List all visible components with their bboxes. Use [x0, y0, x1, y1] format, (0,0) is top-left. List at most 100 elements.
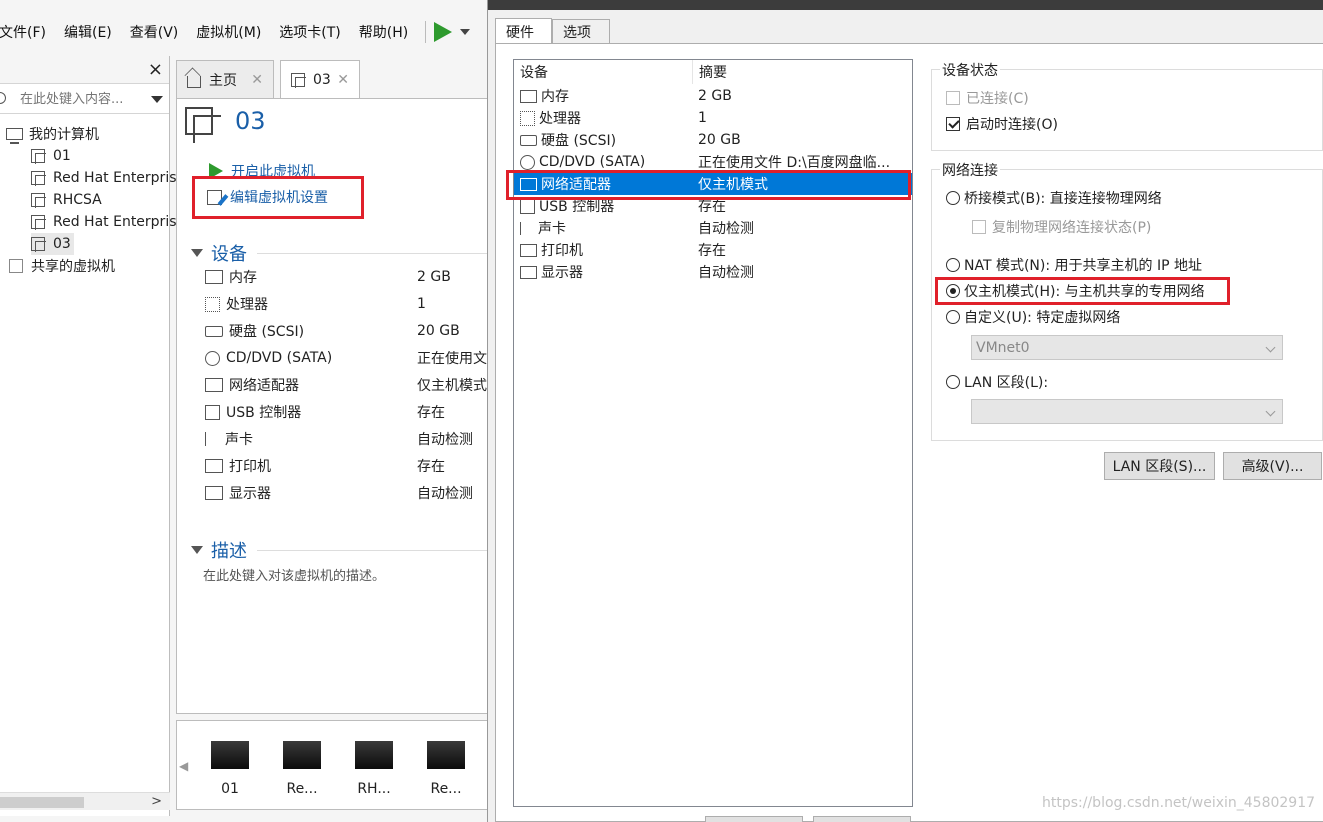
divider [257, 549, 487, 551]
power-on-vm-link[interactable]: 开启此虚拟机 [209, 161, 315, 181]
device-name: 声卡 [225, 432, 253, 448]
chevron-down-icon [1265, 342, 1276, 353]
cancel-button[interactable] [813, 816, 911, 822]
network-icon [205, 378, 223, 392]
menu-tabs[interactable]: 选项卡(T) [270, 22, 349, 42]
vm-icon [31, 237, 46, 252]
device-name: 内存 [229, 270, 257, 286]
device-summary: 自动检测 [698, 221, 754, 237]
close-icon[interactable]: ✕ [337, 72, 349, 88]
vm-icon [291, 73, 306, 88]
custom-network-select[interactable]: VMnet0 [971, 335, 1283, 360]
tree-label: 03 [53, 236, 71, 252]
list-item-selected[interactable]: 网络适配器 仅主机模式 [514, 173, 912, 195]
device-summary: 自动检测 [698, 265, 754, 281]
lan-segments-button[interactable]: LAN 区段(S)... [1104, 452, 1215, 480]
tab-hardware[interactable]: 硬件 [495, 18, 552, 45]
list-item[interactable]: 显示器 自动检测 [514, 261, 912, 283]
devices-section-header[interactable]: 设备 [191, 240, 487, 266]
host-only-radio[interactable]: 仅主机模式(H): 与主机共享的专用网络 [946, 281, 1205, 301]
column-header-summary[interactable]: 摘要 [692, 60, 727, 84]
menu-vm[interactable]: 虚拟机(M) [187, 22, 270, 42]
device-name: 处理器 [226, 297, 268, 313]
menu-view[interactable]: 查看(V) [121, 22, 188, 42]
device-summary: 1 [698, 110, 707, 126]
replicate-state-checkbox[interactable]: 复制物理网络连接状态(P) [972, 217, 1151, 237]
device-row-display[interactable]: 显示器 自动检测 [205, 482, 487, 504]
description-placeholder[interactable]: 在此处键入对该虚拟机的描述。 [203, 565, 385, 584]
edit-vm-settings-link[interactable]: 编辑虚拟机设置 [207, 187, 328, 207]
library-search-input[interactable] [20, 88, 146, 110]
lan-segment-select[interactable] [971, 399, 1283, 424]
advanced-button[interactable]: 高级(V)... [1223, 452, 1322, 480]
tree-vm-03[interactable]: 03 [31, 233, 74, 255]
processor-icon [520, 110, 535, 126]
list-item[interactable]: CD/DVD (SATA) 正在使用文件 D:\百度网盘临... [514, 151, 912, 173]
device-name: 网络适配器 [541, 177, 611, 193]
scrollbar-thumb[interactable] [0, 797, 84, 808]
device-row-cdrom[interactable]: CD/DVD (SATA) 正在使用文件 [205, 347, 487, 369]
vm-icon [31, 193, 46, 208]
thumbnail-vm[interactable]: Re... [282, 741, 322, 797]
device-row-usb[interactable]: USB 控制器 存在 [205, 401, 487, 423]
thumbnail-screen [283, 741, 321, 769]
ok-button[interactable] [705, 816, 803, 822]
list-item[interactable]: USB 控制器 存在 [514, 195, 912, 217]
device-summary: 20 GB [698, 132, 741, 148]
button-label: LAN 区段(S)... [1112, 459, 1207, 475]
chevron-right-icon[interactable]: > [151, 794, 162, 809]
device-name: USB 控制器 [226, 405, 302, 421]
device-name: CD/DVD (SATA) [226, 350, 333, 366]
nat-radio[interactable]: NAT 模式(N): 用于共享主机的 IP 地址 [946, 255, 1202, 275]
option-label: 启动时连接(O) [966, 117, 1058, 133]
device-row-processor[interactable]: 处理器 1 [205, 293, 487, 315]
chevron-left-icon[interactable]: ◀ [179, 759, 188, 773]
description-section-header[interactable]: 描述 [191, 537, 487, 563]
device-row-memory[interactable]: 内存 2 GB [205, 266, 487, 288]
network-connection-group: 网络连接 桥接模式(B): 直接连接物理网络 复制物理网络连接状态(P) NAT… [931, 160, 1323, 441]
dialog-body: 设备 摘要 内存 2 GB 处理器 1 硬盘 (SCSI) 20 GB CD/D… [495, 43, 1323, 822]
thumbnail-vm[interactable]: 01 [210, 741, 250, 797]
cdrom-icon [520, 154, 535, 170]
tree-my-computer[interactable]: 我的计算机 [6, 123, 99, 145]
checkbox-box [972, 220, 986, 234]
list-item[interactable]: 打印机 存在 [514, 239, 912, 261]
column-header-device[interactable]: 设备 [520, 60, 548, 84]
library-header: × [0, 56, 169, 84]
workstation-window: 文件(F) 编辑(E) 查看(V) 虚拟机(M) 选项卡(T) 帮助(H) × … [0, 0, 488, 822]
thumbnail-vm[interactable]: RH... [354, 741, 394, 797]
chevron-down-icon[interactable] [151, 96, 163, 103]
bridged-radio[interactable]: 桥接模式(B): 直接连接物理网络 [946, 188, 1162, 208]
tree-vm-rhcsa[interactable]: RHCSA [31, 189, 102, 211]
tree-label: RHCSA [53, 192, 102, 208]
device-row-harddisk[interactable]: 硬盘 (SCSI) 20 GB [205, 320, 487, 342]
menu-edit[interactable]: 编辑(E) [55, 22, 121, 42]
tab-vm-03[interactable]: 03 ✕ [280, 60, 360, 99]
horizontal-scrollbar[interactable]: > [0, 792, 170, 810]
tree-vm-01[interactable]: 01 [31, 145, 71, 167]
close-icon[interactable]: × [148, 59, 163, 80]
menu-file[interactable]: 文件(F) [0, 22, 55, 42]
connect-at-power-on-checkbox[interactable]: 启动时连接(O) [946, 114, 1058, 134]
tab-home[interactable]: 主页 ✕ [176, 60, 274, 98]
thumbnail-label: RH... [357, 781, 391, 797]
device-row-printer[interactable]: 打印机 存在 [205, 455, 487, 477]
power-dropdown-icon[interactable] [460, 29, 471, 35]
lan-segment-radio[interactable]: LAN 区段(L): [946, 372, 1048, 392]
thumbnail-vm[interactable]: Re... [426, 741, 466, 797]
list-item[interactable]: 处理器 1 [514, 107, 912, 129]
menu-help[interactable]: 帮助(H) [350, 22, 417, 42]
power-on-icon[interactable] [434, 22, 453, 42]
custom-radio[interactable]: 自定义(U): 特定虚拟网络 [946, 307, 1120, 327]
close-icon[interactable]: ✕ [251, 72, 263, 88]
device-row-sound[interactable]: 声卡 自动检测 [205, 428, 487, 450]
tree-shared-vms[interactable]: 共享的虚拟机 [9, 255, 115, 277]
tab-options[interactable]: 选项 [552, 19, 610, 44]
list-item[interactable]: 内存 2 GB [514, 85, 912, 107]
device-row-network[interactable]: 网络适配器 仅主机模式 [205, 374, 487, 396]
option-label: NAT 模式(N): 用于共享主机的 IP 地址 [964, 258, 1202, 274]
list-item[interactable]: 硬盘 (SCSI) 20 GB [514, 129, 912, 151]
list-item[interactable]: 声卡 自动检测 [514, 217, 912, 239]
connected-checkbox[interactable]: 已连接(C) [946, 88, 1029, 108]
select-value: VMnet0 [976, 339, 1030, 356]
